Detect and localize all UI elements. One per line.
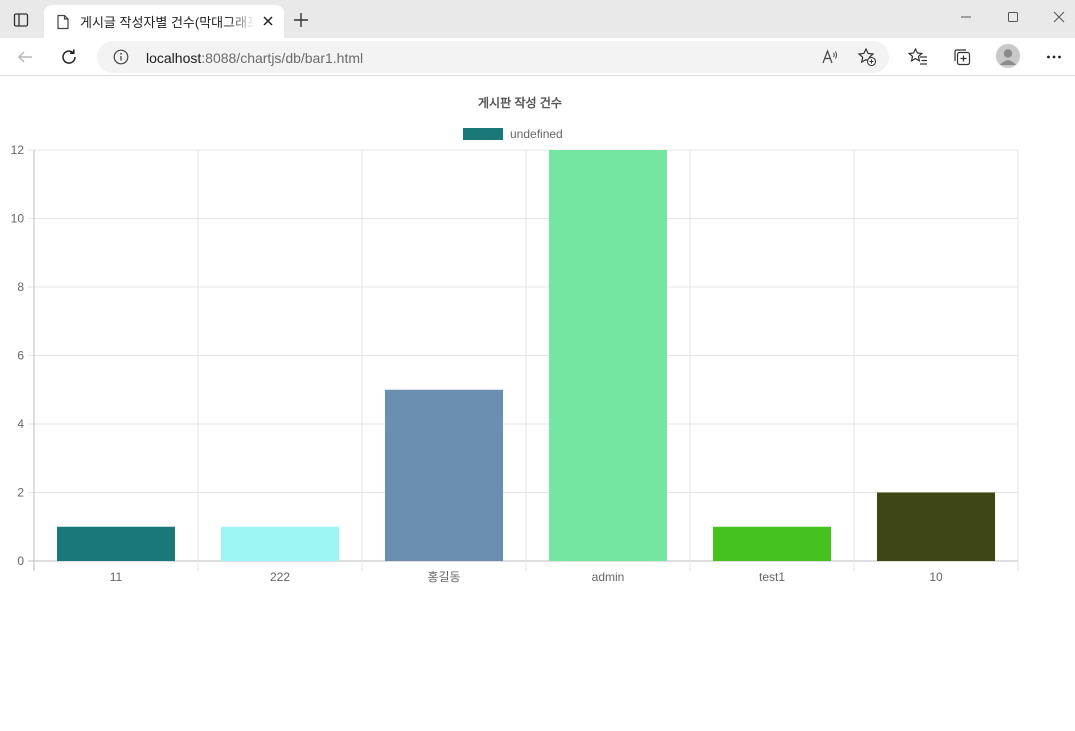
- info-icon[interactable]: [113, 49, 129, 65]
- bar-0[interactable]: [56, 526, 176, 561]
- bar-4[interactable]: [712, 526, 832, 561]
- x-tick-label: 11: [110, 570, 123, 584]
- url-text[interactable]: localhost:8088/chartjs/db/bar1.html: [146, 50, 363, 66]
- y-tick-label: 8: [17, 280, 24, 294]
- address-bar[interactable]: localhost:8088/chartjs/db/bar1.html: [97, 41, 889, 73]
- bar-3[interactable]: [548, 150, 668, 561]
- new-tab-button[interactable]: [290, 9, 312, 31]
- tab-bar: 게시글 작성자별 건수(막대그래프): [0, 0, 1075, 38]
- active-tab[interactable]: 게시글 작성자별 건수(막대그래프): [44, 5, 284, 38]
- favorites-button[interactable]: [904, 43, 932, 71]
- collections-button[interactable]: [948, 43, 976, 71]
- x-tick-label: 10: [929, 570, 943, 584]
- settings-menu-button[interactable]: [1040, 43, 1068, 71]
- tab-title: 게시글 작성자별 건수(막대그래프): [80, 15, 255, 30]
- bar-5[interactable]: [876, 492, 996, 562]
- x-tick-label: test1: [759, 570, 785, 584]
- y-tick-label: 12: [11, 143, 25, 157]
- refresh-button[interactable]: [55, 43, 83, 71]
- y-tick-label: 0: [17, 554, 24, 568]
- close-tab-button[interactable]: [260, 13, 276, 29]
- star-plus-icon: [857, 47, 877, 67]
- window-close-icon: [1053, 11, 1065, 23]
- url-path: :8088/chartjs/db/bar1.html: [201, 50, 364, 66]
- maximize-icon: [1008, 12, 1018, 22]
- read-aloud-icon: [822, 49, 838, 64]
- refresh-icon: [62, 49, 76, 64]
- url-host: localhost: [146, 50, 202, 66]
- chart-container: 게시판 작성 건수 undefined 0 2 4 6 8 10 12 11 222 홍길동 adm…: [0, 76, 1075, 731]
- maximize-button[interactable]: [999, 4, 1027, 30]
- window-close-button[interactable]: [1045, 4, 1073, 30]
- browser-toolbar: localhost:8088/chartjs/db/bar1.html: [0, 38, 1075, 76]
- y-tick-label: 6: [17, 349, 24, 363]
- read-aloud-button[interactable]: [820, 47, 840, 67]
- back-arrow-icon: [17, 51, 32, 63]
- bar-chart: 0 2 4 6 8 10 12 11 222 홍길동 admin test1 10: [11, 143, 1019, 584]
- bar-2[interactable]: [384, 389, 504, 561]
- minimize-button[interactable]: [952, 4, 980, 30]
- back-button[interactable]: [11, 43, 39, 71]
- close-icon: [263, 16, 273, 26]
- y-tick-label: 2: [17, 486, 24, 500]
- x-tick-label: 홍길동: [427, 570, 460, 584]
- y-tick-label: 10: [11, 212, 25, 226]
- favorites-icon: [908, 47, 927, 65]
- plus-icon: [294, 13, 308, 27]
- collections-icon: [954, 49, 971, 66]
- x-tick-label: admin: [592, 570, 625, 584]
- bar-1[interactable]: [220, 526, 340, 561]
- more-icon: [1047, 55, 1061, 59]
- y-tick-label: 4: [17, 417, 24, 431]
- tab-actions-button[interactable]: [8, 8, 34, 32]
- x-tick-label: 222: [270, 570, 290, 584]
- tab-actions-icon: [13, 13, 29, 27]
- minimize-icon: [961, 16, 971, 18]
- page-icon: [57, 14, 69, 29]
- add-favorite-button[interactable]: [857, 47, 877, 67]
- profile-avatar-icon: [996, 44, 1020, 68]
- profile-button[interactable]: [996, 44, 1020, 68]
